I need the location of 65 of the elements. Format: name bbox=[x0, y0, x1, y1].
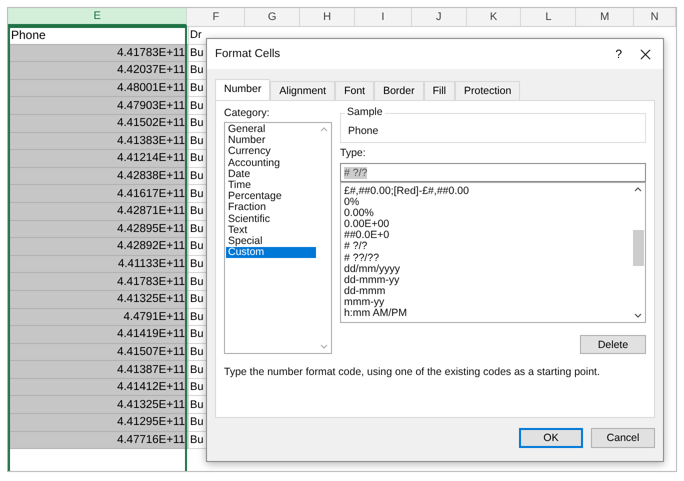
column-header[interactable]: G bbox=[245, 8, 300, 26]
tab[interactable]: Fill bbox=[424, 81, 456, 100]
format-item[interactable]: # ?/? bbox=[344, 241, 628, 253]
table-cell: 4.41214E+11 bbox=[8, 150, 188, 168]
format-item[interactable]: ##0.0E+0 bbox=[344, 230, 628, 242]
close-icon[interactable] bbox=[640, 48, 651, 60]
table-cell: 4.42892E+11 bbox=[8, 238, 188, 256]
column-header[interactable]: F bbox=[187, 8, 246, 26]
format-item[interactable]: £#,##0.00;[Red]-£#,##0.00 bbox=[344, 186, 628, 198]
table-cell: 4.41133E+11 bbox=[8, 256, 188, 274]
format-item[interactable]: # ??/?? bbox=[344, 252, 628, 264]
table-cell: 4.41387E+11 bbox=[8, 361, 188, 379]
tab[interactable]: Border bbox=[374, 81, 424, 100]
tab[interactable]: Number bbox=[215, 79, 270, 100]
table-cell: 4.4791E+11 bbox=[8, 308, 188, 326]
table-cell: 4.41295E+11 bbox=[8, 414, 188, 432]
table-cell: 4.42838E+11 bbox=[8, 168, 188, 186]
tab[interactable]: Alignment bbox=[270, 81, 336, 100]
format-item[interactable]: h:mm AM/PM bbox=[344, 308, 628, 320]
table-cell: 4.41783E+11 bbox=[8, 44, 188, 62]
dialog-button[interactable]: Cancel bbox=[591, 428, 655, 448]
delete-button[interactable]: Delete bbox=[580, 335, 646, 354]
table-cell: 4.41325E+11 bbox=[8, 290, 188, 308]
sample-label: Sample bbox=[345, 106, 385, 118]
table-cell: 4.42895E+11 bbox=[8, 220, 188, 238]
column-header[interactable]: L bbox=[521, 8, 576, 26]
table-cell: 4.41383E+11 bbox=[8, 132, 188, 150]
table-cell: 4.47716E+11 bbox=[8, 432, 188, 450]
dialog-button[interactable]: OK bbox=[519, 428, 583, 448]
column-header[interactable]: N bbox=[634, 8, 676, 26]
tab[interactable]: Font bbox=[335, 81, 374, 100]
column-header[interactable]: H bbox=[300, 8, 355, 26]
column-header[interactable]: K bbox=[466, 8, 522, 26]
scroll-up-icon[interactable] bbox=[634, 187, 642, 192]
table-cell: 4.41783E+11 bbox=[8, 273, 188, 291]
table-cell: 4.48001E+11 bbox=[8, 80, 188, 98]
column-header[interactable]: E bbox=[8, 8, 188, 26]
table-cell: 4.41419E+11 bbox=[8, 326, 188, 344]
help-button[interactable]: ? bbox=[611, 47, 626, 61]
table-cell: 4.41502E+11 bbox=[8, 114, 188, 133]
type-label: Type: bbox=[340, 147, 367, 159]
format-item[interactable]: 0% bbox=[344, 197, 628, 208]
table-cell: 4.41325E+11 bbox=[8, 396, 188, 414]
scroll-down-icon[interactable] bbox=[634, 313, 642, 318]
format-item[interactable]: 0.00E+00 bbox=[344, 219, 628, 230]
format-item[interactable]: dd-mmm bbox=[344, 286, 628, 297]
format-item[interactable]: mmm-yy bbox=[344, 296, 628, 308]
column-header[interactable]: M bbox=[576, 8, 634, 26]
table-cell: 4.41412E+11 bbox=[8, 378, 188, 396]
table-cell: 4.41507E+11 bbox=[8, 344, 188, 362]
column-header[interactable]: I bbox=[354, 8, 412, 26]
sample-value: Phone bbox=[348, 125, 378, 137]
tab[interactable]: Protection bbox=[455, 81, 520, 100]
category-item[interactable]: Custom bbox=[226, 247, 316, 258]
scrollbar-thumb[interactable] bbox=[632, 230, 644, 266]
table-cell: 4.42871E+11 bbox=[8, 202, 188, 221]
table-cell: 4.42037E+11 bbox=[8, 62, 188, 80]
format-item[interactable]: 0.00% bbox=[344, 208, 628, 220]
format-item[interactable]: dd/mm/yyyy bbox=[344, 264, 628, 275]
table-cell: Phone bbox=[8, 27, 188, 45]
type-input-field[interactable]: # ?/? bbox=[340, 163, 646, 182]
table-cell: 4.47903E+11 bbox=[8, 97, 188, 115]
table-cell: 4.41617E+11 bbox=[8, 185, 188, 203]
column-header[interactable]: J bbox=[412, 8, 467, 26]
format-item[interactable]: dd-mmm-yy bbox=[344, 274, 628, 286]
